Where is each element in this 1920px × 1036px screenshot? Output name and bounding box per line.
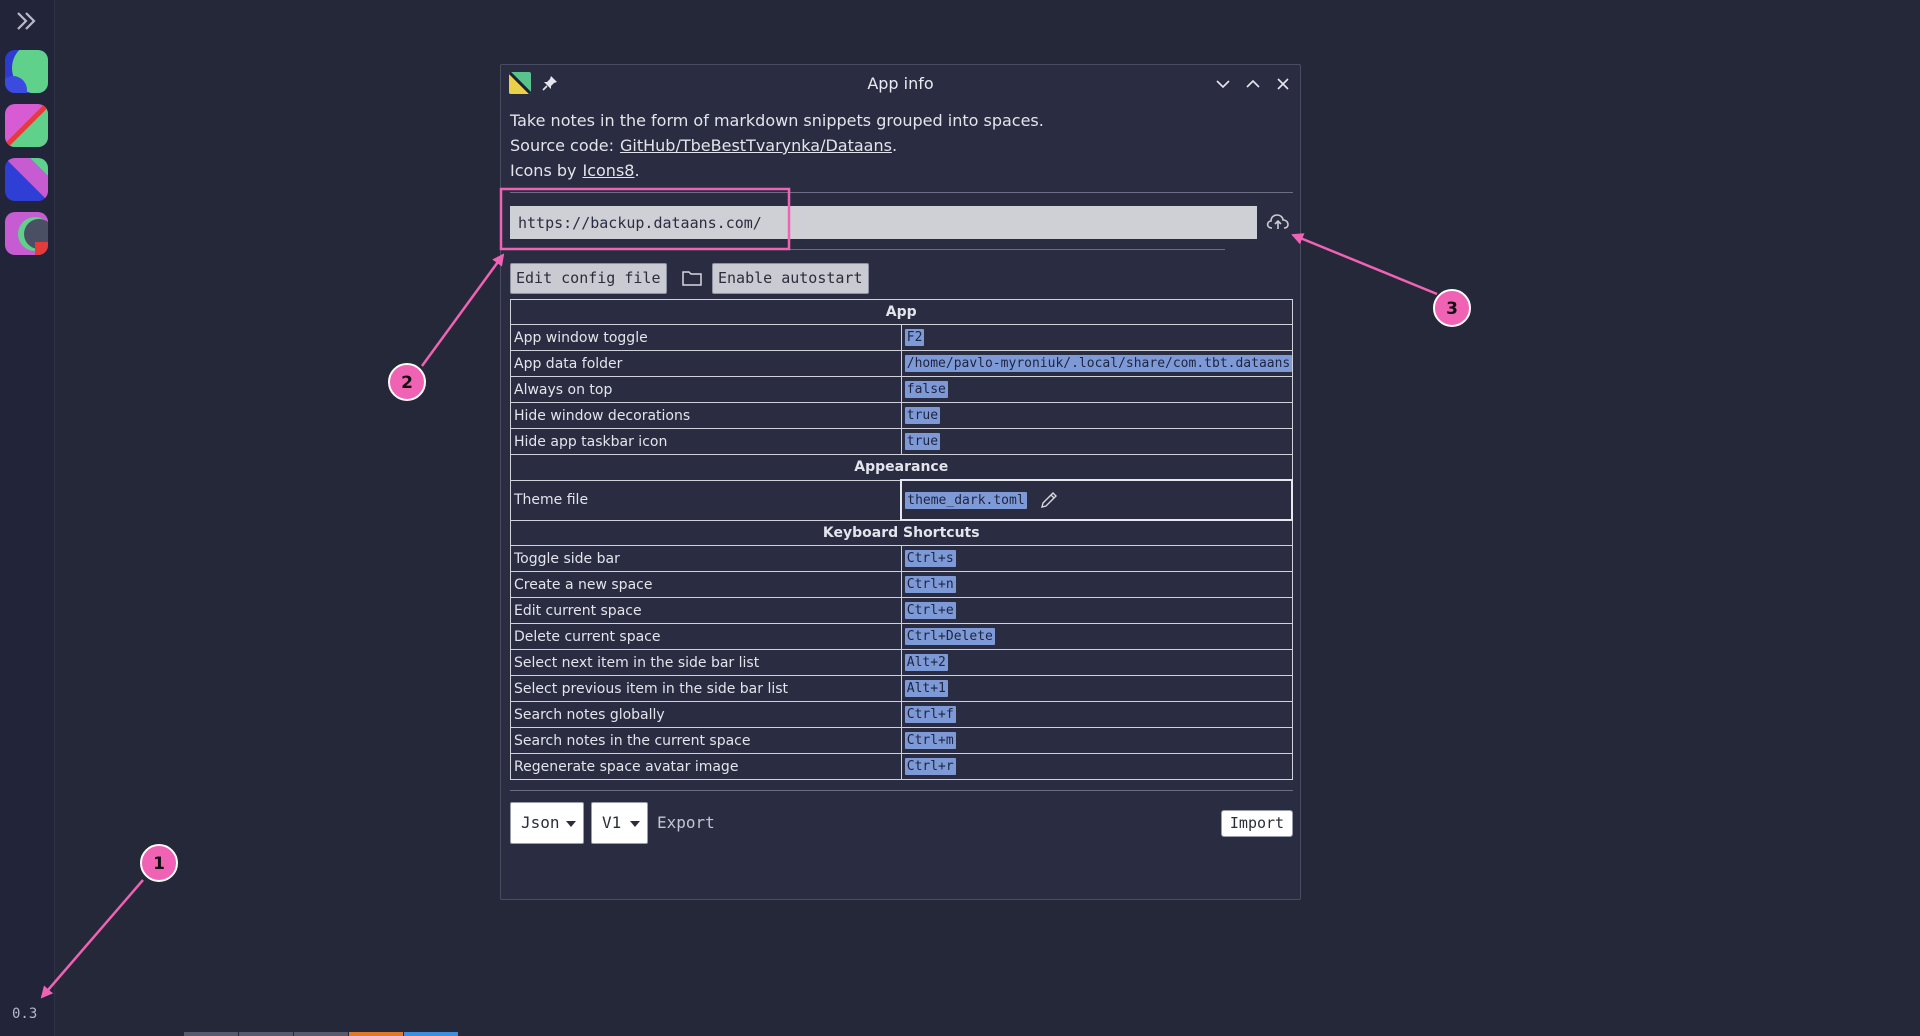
source-code-label: Source code: [510,136,615,155]
shortcut-key: Select previous item in the side bar lis… [510,675,902,702]
app-description: Take notes in the form of markdown snipp… [510,108,1044,183]
shortcut-key: Toggle side bar [510,545,902,572]
table-row: Create a new space Ctrl+n [510,571,1293,598]
setting-value: true [904,433,941,450]
shortcut-value: Ctrl+m [904,732,956,749]
setting-value: /home/pavlo-myroniuk/.local/share/com.tb… [904,355,1292,372]
section-appearance: Appearance [510,454,1293,481]
table-row: Search notes in the current space Ctrl+m [510,727,1293,754]
table-row: Hide app taskbar icon true [510,428,1293,455]
shortcut-key: Regenerate space avatar image [510,753,902,780]
shortcut-value: Ctrl+s [904,550,956,567]
setting-key: Hide app taskbar icon [510,428,902,455]
export-format-select[interactable]: Json [510,802,584,844]
theme-file-value: theme_dark.toml [905,491,1027,509]
shortcut-value: Ctrl+r [904,758,956,775]
folder-icon[interactable] [681,269,703,287]
shortcut-key: Delete current space [510,623,902,650]
annotation-badge-1: 1 [140,844,178,882]
shortcut-key: Select next item in the side bar list [510,649,902,676]
section-keyboard-shortcuts: Keyboard Shortcuts [510,519,1293,546]
shortcut-value: Ctrl+Delete [904,628,995,645]
minimize-chevron-down-icon[interactable] [1213,74,1233,94]
setting-value: true [904,407,941,424]
import-button[interactable]: Import [1221,810,1293,837]
section-app: App [510,299,1293,325]
icons-by-label: Icons by [510,161,577,180]
enable-autostart-button[interactable]: Enable autostart [712,263,869,294]
shortcut-key: Edit current space [510,597,902,624]
expand-sidebar-icon[interactable] [13,10,41,32]
divider [510,192,1293,193]
table-row: Theme file theme_dark.toml [510,479,1293,521]
space-avatar-3[interactable] [5,158,48,201]
description-text: Take notes in the form of markdown snipp… [510,111,1044,130]
svg-text:1: 1 [153,854,165,874]
setting-value: false [904,381,948,398]
annotation-arrow-2 [420,253,505,367]
table-row: Edit current space Ctrl+e [510,597,1293,624]
divider [510,249,1225,250]
space-avatar-2[interactable] [5,104,48,147]
table-row: Hide window decorations true [510,402,1293,429]
setting-key: Always on top [510,376,902,403]
shortcut-value: Alt+2 [904,654,948,671]
table-row: Search notes globally Ctrl+f [510,701,1293,728]
dropdown-caret-icon [630,821,640,827]
maximize-chevron-up-icon[interactable] [1243,74,1263,94]
table-row: Always on top false [510,376,1293,403]
annotation-badge-2: 2 [388,363,426,401]
icons-suffix: . [634,161,640,180]
space-avatar-4[interactable] [5,212,48,255]
table-row: App data folder/home/pavlo-myroniuk/.loc… [510,350,1293,377]
app-version: 0.3 [12,1006,38,1022]
annotation-arrow-1 [40,879,144,999]
shortcut-value: Ctrl+e [904,602,956,619]
source-code-link[interactable]: GitHub/TbeBestTvarynka/Dataans [620,136,892,155]
shortcut-key: Search notes globally [510,701,902,728]
shortcut-key: Search notes in the current space [510,727,902,754]
setting-value: F2 [904,329,925,346]
source-suffix: . [891,136,898,155]
icons8-link[interactable]: Icons8 [583,161,635,180]
setting-key: App data folder [510,350,902,377]
table-row: Select next item in the side bar list Alt… [510,649,1293,676]
app-info-table: App App window toggle F2 App data folder /… [510,299,1293,780]
dropdown-caret-icon [566,821,576,827]
setting-key: Hide window decorations [510,402,902,429]
shortcut-value: Ctrl+n [904,576,956,593]
app-info-window: App info Take notes in the form of markd… [500,64,1301,900]
shortcut-key: Create a new space [510,571,902,598]
setting-key: App window toggle [510,324,902,351]
cloud-upload-icon[interactable] [1265,211,1291,233]
backup-url-input[interactable] [510,206,1257,239]
space-avatar-1[interactable] [5,50,48,93]
sidebar: 0.3 [0,0,55,1036]
theme-file-cell: theme_dark.toml [900,479,1293,521]
export-format-value: Json [521,813,560,832]
table-row: Regenerate space avatar image Ctrl+r [510,753,1293,780]
table-row: Toggle side bar Ctrl+s [510,545,1293,572]
setting-key: Theme file [510,479,902,521]
shortcut-value: Alt+1 [904,680,948,697]
annotation-arrow-3 [1291,233,1438,296]
edit-config-file-button[interactable]: Edit config file [510,263,667,294]
window-title: App info [867,74,934,93]
table-row: App window toggle F2 [510,324,1293,351]
divider [510,790,1293,791]
window-titlebar[interactable]: App info [501,65,1300,103]
annotation-badge-3: 3 [1433,289,1471,327]
table-row: Delete current space Ctrl+Delete [510,623,1293,650]
export-version-value: V1 [602,813,622,832]
svg-text:3: 3 [1446,299,1458,319]
table-row: Select previous item in the side bar lis… [510,675,1293,702]
shortcut-value: Ctrl+f [904,706,956,723]
pencil-edit-icon[interactable] [1039,490,1059,510]
export-button[interactable]: Export [657,813,715,832]
taskbar-strip [184,1032,459,1036]
close-icon[interactable] [1273,74,1293,94]
svg-text:2: 2 [401,373,413,393]
export-version-select[interactable]: V1 [591,802,648,844]
